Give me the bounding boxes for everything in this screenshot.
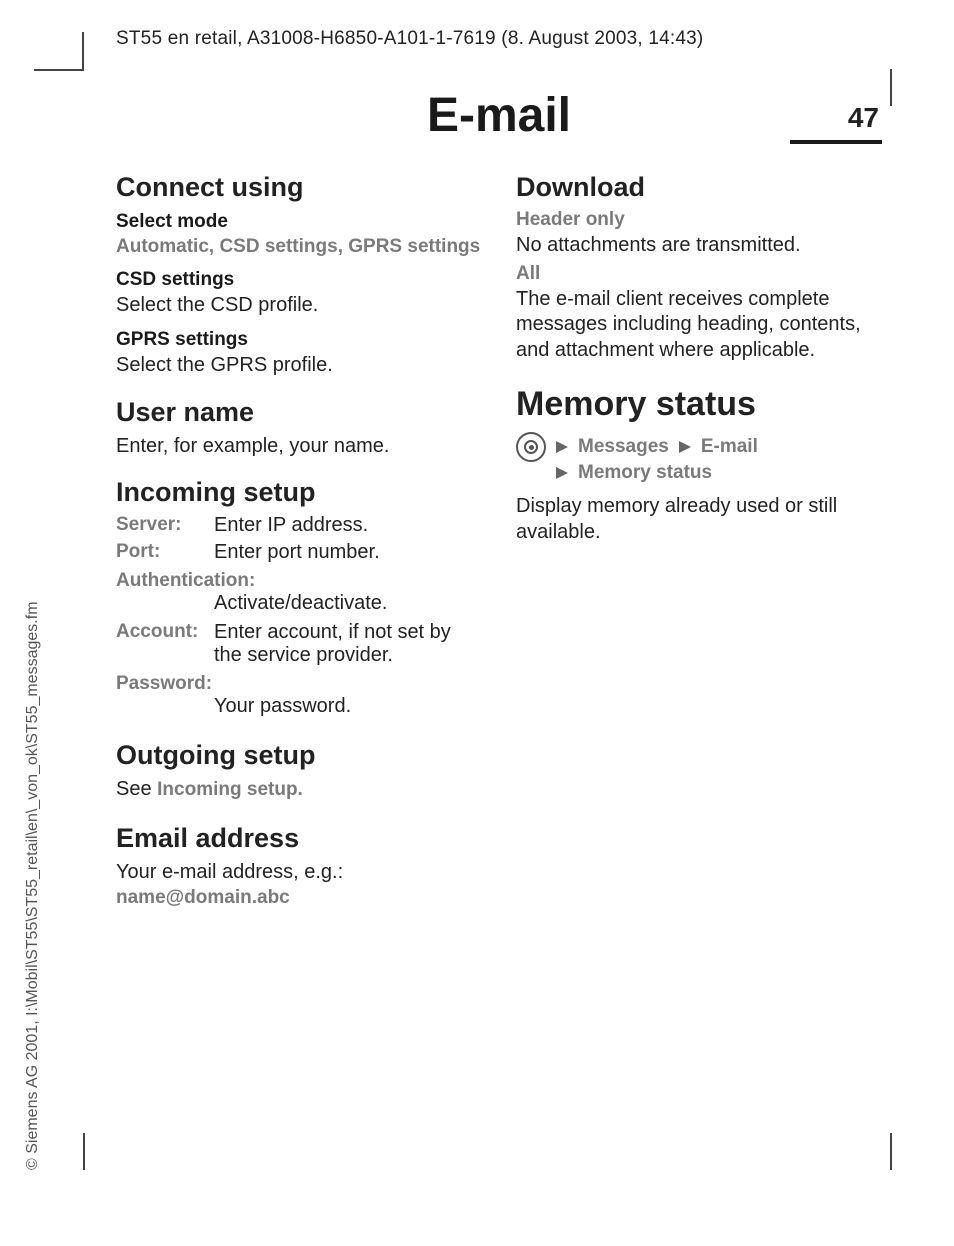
outgoing-link: Incoming setup. bbox=[157, 779, 303, 800]
label-port: Port: bbox=[116, 541, 214, 564]
page-title-wrap: E-mail bbox=[116, 88, 882, 143]
row-account: Account: Enter account, if not set by th… bbox=[116, 621, 482, 667]
nav-path-row1: Messages E-mail bbox=[516, 432, 882, 462]
csd-settings-body: Select the CSD profile. bbox=[116, 293, 482, 319]
label-header-only: Header only bbox=[516, 209, 882, 231]
right-column: Download Header only No attachments are … bbox=[516, 162, 882, 1206]
heading-download: Download bbox=[516, 172, 882, 203]
row-port: Port: Enter port number. bbox=[116, 541, 482, 564]
header-only-body: No attachments are transmitted. bbox=[516, 233, 882, 259]
value-password: Your password. bbox=[214, 695, 482, 718]
heading-email-address: Email address bbox=[116, 823, 482, 854]
select-mode-options: Automatic, CSD settings, GPRS settings bbox=[116, 235, 482, 259]
joystick-icon-inner bbox=[524, 440, 538, 454]
label-all: All bbox=[516, 263, 882, 285]
row-server: Server: Enter IP address. bbox=[116, 514, 482, 537]
label-csd-settings: CSD settings bbox=[116, 269, 482, 291]
label-password: Password: bbox=[116, 673, 482, 695]
row-password: Password: Your password. bbox=[116, 673, 482, 718]
all-body: The e-mail client receives complete mess… bbox=[516, 287, 882, 364]
crop-mark bbox=[34, 69, 84, 71]
email-address-example: name@domain.abc bbox=[116, 887, 482, 909]
outgoing-setup-body: See Incoming setup. bbox=[116, 777, 482, 803]
arrow-right-icon bbox=[556, 467, 568, 479]
document-side-path: © Siemens AG 2001, I:\Mobil\ST55\ST55_re… bbox=[24, 601, 42, 1170]
label-server: Server: bbox=[116, 514, 214, 537]
crop-mark bbox=[83, 1133, 85, 1170]
email-address-body: Your e-mail address, e.g.: bbox=[116, 860, 482, 886]
label-gprs-settings: GPRS settings bbox=[116, 329, 482, 351]
memory-status-body: Display memory already used or still ava… bbox=[516, 494, 882, 545]
value-authentication: Activate/deactivate. bbox=[214, 592, 482, 615]
heading-user-name: User name bbox=[116, 397, 482, 428]
page-title: E-mail bbox=[427, 88, 571, 143]
page-number-underline bbox=[790, 140, 882, 144]
label-select-mode: Select mode bbox=[116, 211, 482, 233]
arrow-right-icon bbox=[556, 441, 568, 453]
heading-outgoing-setup: Outgoing setup bbox=[116, 740, 482, 771]
arrow-right-icon bbox=[679, 441, 691, 453]
heading-memory-status: Memory status bbox=[516, 385, 882, 424]
value-account: Enter account, if not set by the service… bbox=[214, 621, 482, 667]
document-header: ST55 en retail, A31008-H6850-A101-1-7619… bbox=[116, 28, 703, 50]
nav-messages: Messages bbox=[578, 436, 669, 458]
heading-incoming-setup: Incoming setup bbox=[116, 477, 482, 508]
joystick-icon bbox=[516, 432, 546, 462]
value-server: Enter IP address. bbox=[214, 514, 368, 537]
nav-memory-status: Memory status bbox=[578, 462, 712, 484]
label-account: Account: bbox=[116, 621, 214, 643]
value-port: Enter port number. bbox=[214, 541, 380, 564]
nav-path-row2: Memory status bbox=[554, 462, 882, 484]
outgoing-prefix: See bbox=[116, 778, 157, 800]
crop-mark bbox=[890, 69, 892, 106]
nav-email: E-mail bbox=[701, 436, 758, 458]
left-column: Connect using Select mode Automatic, CSD… bbox=[116, 162, 482, 1206]
label-authentication: Authentication: bbox=[116, 570, 482, 592]
crop-mark bbox=[890, 1133, 892, 1170]
content-columns: Connect using Select mode Automatic, CSD… bbox=[116, 162, 882, 1206]
row-authentication: Authentication: Activate/deactivate. bbox=[116, 570, 482, 615]
joystick-dot-icon bbox=[529, 445, 534, 450]
page-number: 47 bbox=[848, 102, 879, 134]
gprs-settings-body: Select the GPRS profile. bbox=[116, 353, 482, 379]
user-name-body: Enter, for example, your name. bbox=[116, 434, 482, 460]
heading-connect-using: Connect using bbox=[116, 172, 482, 203]
